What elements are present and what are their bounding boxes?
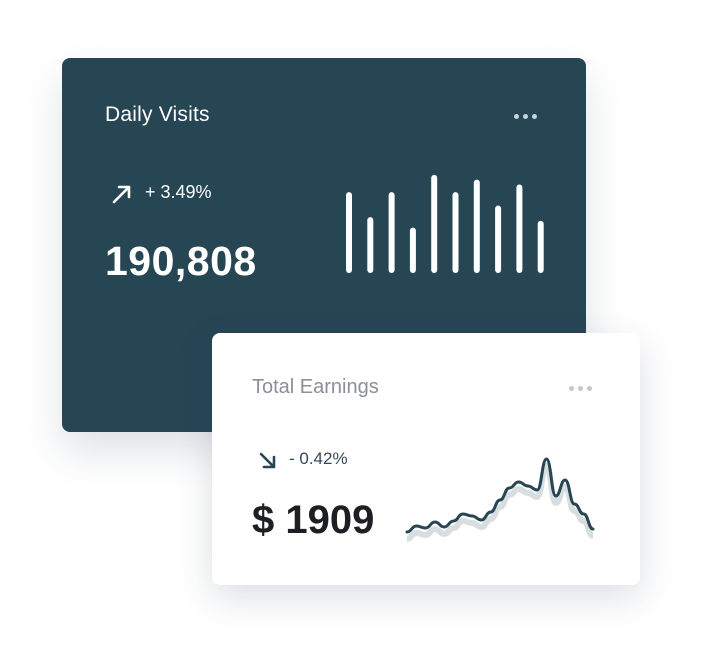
earnings-line xyxy=(405,457,595,534)
daily-visits-value: 190,808 xyxy=(105,238,257,284)
arrow-up-right-icon xyxy=(112,185,131,204)
daily-visits-bar-chart xyxy=(346,174,544,273)
daily-visits-change: + 3.49% xyxy=(145,182,212,202)
earnings-line-shadow xyxy=(406,462,595,542)
more-horizontal-icon[interactable] xyxy=(569,386,592,391)
daily-visits-title: Daily Visits xyxy=(105,103,210,126)
arrow-down-right-icon xyxy=(259,452,276,469)
total-earnings-change: - 0.42% xyxy=(289,449,348,468)
total-earnings-title: Total Earnings xyxy=(252,376,379,398)
total-earnings-line-chart xyxy=(405,457,595,542)
more-horizontal-icon[interactable] xyxy=(514,114,537,119)
total-earnings-card: Total Earnings - 0.42% $ 1909 xyxy=(212,333,640,585)
total-earnings-value: $ 1909 xyxy=(252,498,375,542)
